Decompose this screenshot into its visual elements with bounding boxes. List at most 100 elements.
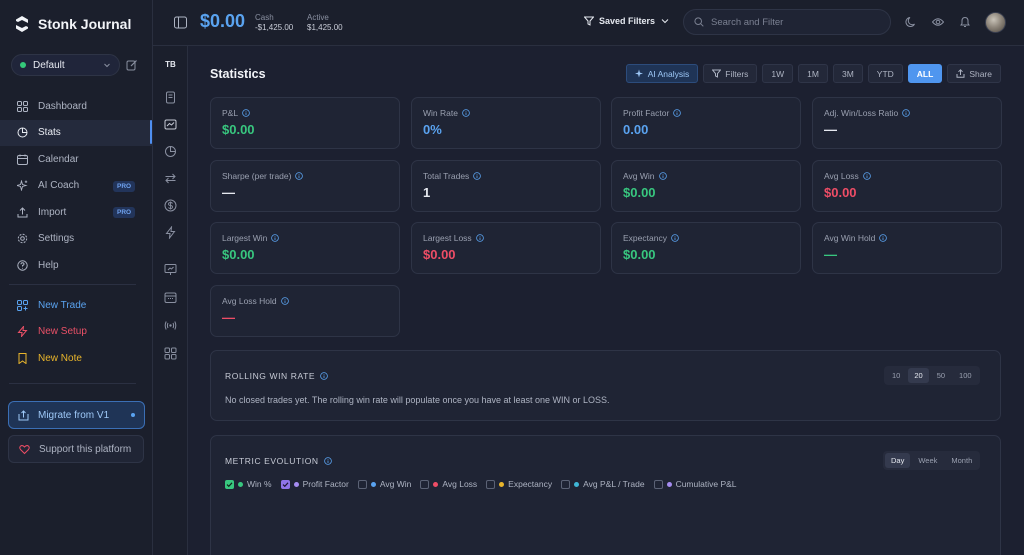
eye-icon[interactable] — [932, 16, 944, 28]
lightning-icon[interactable] — [164, 226, 177, 239]
info-icon[interactable] — [863, 172, 871, 180]
window-option-10[interactable]: 10 — [886, 368, 906, 383]
user-avatar[interactable] — [985, 12, 1006, 33]
checkbox-checked[interactable] — [225, 479, 234, 489]
rail-account-label[interactable]: TB — [153, 60, 188, 69]
swap-arrows-icon[interactable] — [164, 172, 177, 185]
search-input[interactable] — [711, 16, 881, 28]
metric-toggle-avg-loss[interactable]: Avg Loss — [420, 479, 477, 489]
workspace-selector[interactable]: Default — [11, 54, 120, 76]
ai-analysis-button[interactable]: AI Analysis — [625, 64, 699, 83]
checkbox-checked[interactable] — [280, 479, 290, 489]
metric-toggle-expectancy[interactable]: Expectancy — [486, 479, 552, 489]
stat-value: — — [824, 122, 837, 137]
info-icon[interactable] — [902, 109, 910, 117]
metric-toggle-profit-factor[interactable]: Profit Factor — [280, 479, 349, 489]
sidebar-item-import[interactable]: Import PRO — [0, 199, 153, 226]
sidebar-item-label: Dashboard — [38, 100, 87, 112]
bell-icon[interactable] — [959, 16, 971, 28]
sidebar-toggle-icon[interactable] — [174, 16, 187, 29]
range-3m-button[interactable]: 3M — [832, 64, 863, 83]
sidebar-item-label: AI Coach — [38, 180, 80, 192]
stat-label: Sharpe (per trade) — [222, 171, 292, 181]
search-bar[interactable] — [683, 9, 891, 35]
stat-label: Largest Loss — [423, 233, 472, 243]
heart-icon — [19, 444, 30, 454]
stat-card-avg-loss: Avg Loss $0.00 — [812, 160, 1002, 212]
range-1w-button[interactable]: 1W — [762, 64, 794, 83]
pie-chart-icon[interactable] — [164, 145, 177, 158]
share-button[interactable]: Share — [947, 64, 1001, 83]
window-option-100[interactable]: 100 — [953, 368, 978, 383]
share-icon — [956, 69, 965, 78]
metric-toggle-avg-pnl-per-trade[interactable]: Avg P&L / Trade — [561, 479, 645, 489]
metric-toggle-cumulative-pnl[interactable]: Cumulative P&L — [653, 479, 737, 489]
range-label: 1M — [807, 68, 819, 79]
broadcast-icon[interactable] — [164, 319, 177, 332]
calendar-grid-icon[interactable] — [164, 291, 177, 304]
series-color-dot — [238, 481, 243, 487]
new-note-button[interactable]: New Note — [0, 345, 153, 372]
period-option-day[interactable]: Day — [885, 453, 911, 468]
sidebar-item-dashboard[interactable]: Dashboard — [0, 93, 153, 120]
info-icon[interactable] — [295, 172, 304, 180]
moon-icon[interactable] — [905, 16, 917, 28]
sidebar-item-stats[interactable]: Stats — [0, 119, 153, 146]
stat-card-largest-win: Largest Win $0.00 — [210, 222, 400, 274]
info-icon[interactable] — [323, 457, 332, 465]
brand[interactable]: Stonk Journal — [14, 15, 131, 33]
sidebar-item-label: Import — [38, 206, 67, 218]
sidebar-item-ai-coach[interactable]: AI Coach PRO — [0, 173, 153, 200]
info-icon[interactable] — [320, 372, 329, 380]
metric-toggle-avg-win[interactable]: Avg Win — [357, 479, 411, 489]
dollar-icon[interactable] — [164, 199, 177, 212]
window-option-20[interactable]: 20 — [908, 368, 929, 383]
chart-window-icon[interactable] — [164, 118, 177, 131]
presentation-icon[interactable] — [164, 263, 177, 276]
checkbox-unchecked[interactable] — [486, 479, 496, 489]
stat-value: $0.00 — [423, 247, 456, 262]
saved-filters-dropdown[interactable]: Saved Filters — [584, 16, 670, 26]
range-1m-button[interactable]: 1M — [798, 64, 828, 83]
range-ytd-button[interactable]: YTD — [867, 64, 903, 83]
sidebar-item-help[interactable]: Help — [0, 252, 153, 279]
sidebar-item-calendar[interactable]: Calendar — [0, 146, 153, 173]
info-icon[interactable] — [673, 109, 682, 117]
info-icon[interactable] — [879, 234, 888, 242]
range-all-button[interactable]: ALL — [907, 64, 943, 83]
series-color-dot — [574, 481, 580, 487]
metric-label: Profit Factor — [302, 479, 349, 489]
help-icon — [17, 260, 28, 271]
info-icon[interactable] — [271, 234, 280, 242]
stat-value: — — [222, 185, 235, 200]
info-icon[interactable] — [671, 234, 679, 242]
checkbox-unchecked[interactable] — [561, 479, 571, 489]
info-icon[interactable] — [280, 297, 289, 305]
checkbox-unchecked[interactable] — [420, 479, 430, 489]
support-button[interactable]: Support this platform — [8, 435, 144, 463]
info-icon[interactable] — [658, 172, 667, 180]
window-option-50[interactable]: 50 — [931, 368, 951, 383]
metric-toggle-win-pct[interactable]: Win % — [225, 479, 272, 489]
edit-workspace-icon[interactable] — [126, 59, 138, 71]
upload-icon — [17, 207, 28, 218]
info-icon[interactable] — [242, 109, 250, 117]
new-trade-button[interactable]: New Trade — [0, 292, 153, 319]
info-icon[interactable] — [475, 234, 484, 242]
stat-card-adj-win-loss-ratio: Adj. Win/Loss Ratio — — [812, 97, 1002, 149]
new-setup-button[interactable]: New Setup — [0, 319, 153, 346]
stat-value: 0% — [423, 122, 442, 137]
info-icon[interactable] — [473, 172, 482, 180]
checkbox-unchecked[interactable] — [357, 479, 367, 489]
apps-grid-icon[interactable] — [164, 347, 177, 360]
period-option-week[interactable]: Week — [912, 453, 943, 468]
filters-button[interactable]: Filters — [703, 64, 758, 83]
saved-filters-label: Saved Filters — [599, 16, 656, 26]
sidebar-item-settings[interactable]: Settings — [0, 226, 153, 253]
period-option-month[interactable]: Month — [945, 453, 978, 468]
stat-value: $0.00 — [222, 247, 255, 262]
migrate-button[interactable]: Migrate from V1 — [8, 401, 145, 429]
info-icon[interactable] — [462, 109, 470, 117]
checkbox-unchecked[interactable] — [653, 479, 663, 489]
document-icon[interactable] — [164, 91, 177, 104]
